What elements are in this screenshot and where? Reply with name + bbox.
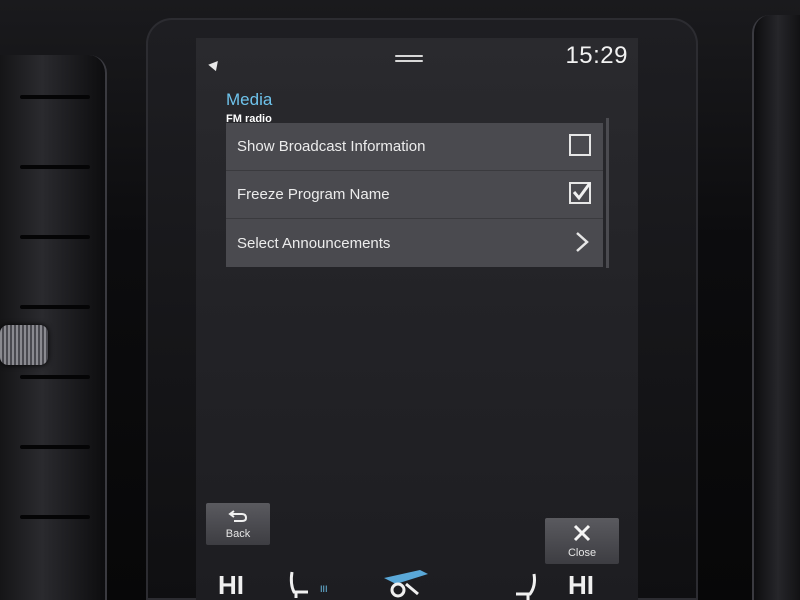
setting-freeze-program-name[interactable]: Freeze Program Name bbox=[226, 171, 603, 219]
fan-airflow-icon[interactable] bbox=[376, 564, 438, 600]
right-temperature[interactable]: HI bbox=[568, 570, 594, 600]
setting-label: Freeze Program Name bbox=[237, 186, 390, 203]
close-button[interactable]: Close bbox=[545, 518, 619, 564]
right-seat-heat-control[interactable] bbox=[508, 572, 538, 600]
back-arrow-icon bbox=[206, 509, 270, 526]
clock: 15:29 bbox=[565, 42, 628, 69]
unchecked-checkbox-icon[interactable] bbox=[569, 134, 591, 156]
setting-show-broadcast-information[interactable]: Show Broadcast Information bbox=[226, 123, 603, 171]
location-arrow-icon bbox=[208, 57, 222, 72]
left-temperature[interactable]: HI bbox=[218, 570, 244, 600]
pull-down-handle-icon[interactable] bbox=[395, 55, 423, 65]
climate-bar: HI III HI bbox=[196, 570, 638, 600]
checked-checkbox-icon[interactable] bbox=[569, 182, 592, 204]
settings-list: Show Broadcast Information Freeze Progra… bbox=[226, 123, 603, 267]
vent-adjust-knob[interactable] bbox=[0, 325, 48, 365]
setting-label: Select Announcements bbox=[237, 234, 391, 252]
left-seat-level: III bbox=[320, 584, 328, 594]
setting-select-announcements[interactable]: Select Announcements bbox=[226, 219, 603, 267]
setting-label: Show Broadcast Information bbox=[237, 138, 426, 155]
back-button[interactable]: Back bbox=[206, 503, 270, 545]
infotainment-screen: 15:29 Media FM radio Show Broadcast Info… bbox=[196, 38, 638, 600]
close-icon bbox=[545, 524, 619, 545]
close-button-label: Close bbox=[567, 547, 597, 559]
left-seat-heat-control[interactable]: III bbox=[286, 570, 330, 600]
scrollbar[interactable] bbox=[606, 118, 609, 268]
page-title: Media bbox=[226, 90, 273, 109]
back-button-label: Back bbox=[225, 528, 251, 540]
right-air-vent bbox=[752, 15, 800, 600]
chevron-right-icon bbox=[575, 231, 589, 258]
